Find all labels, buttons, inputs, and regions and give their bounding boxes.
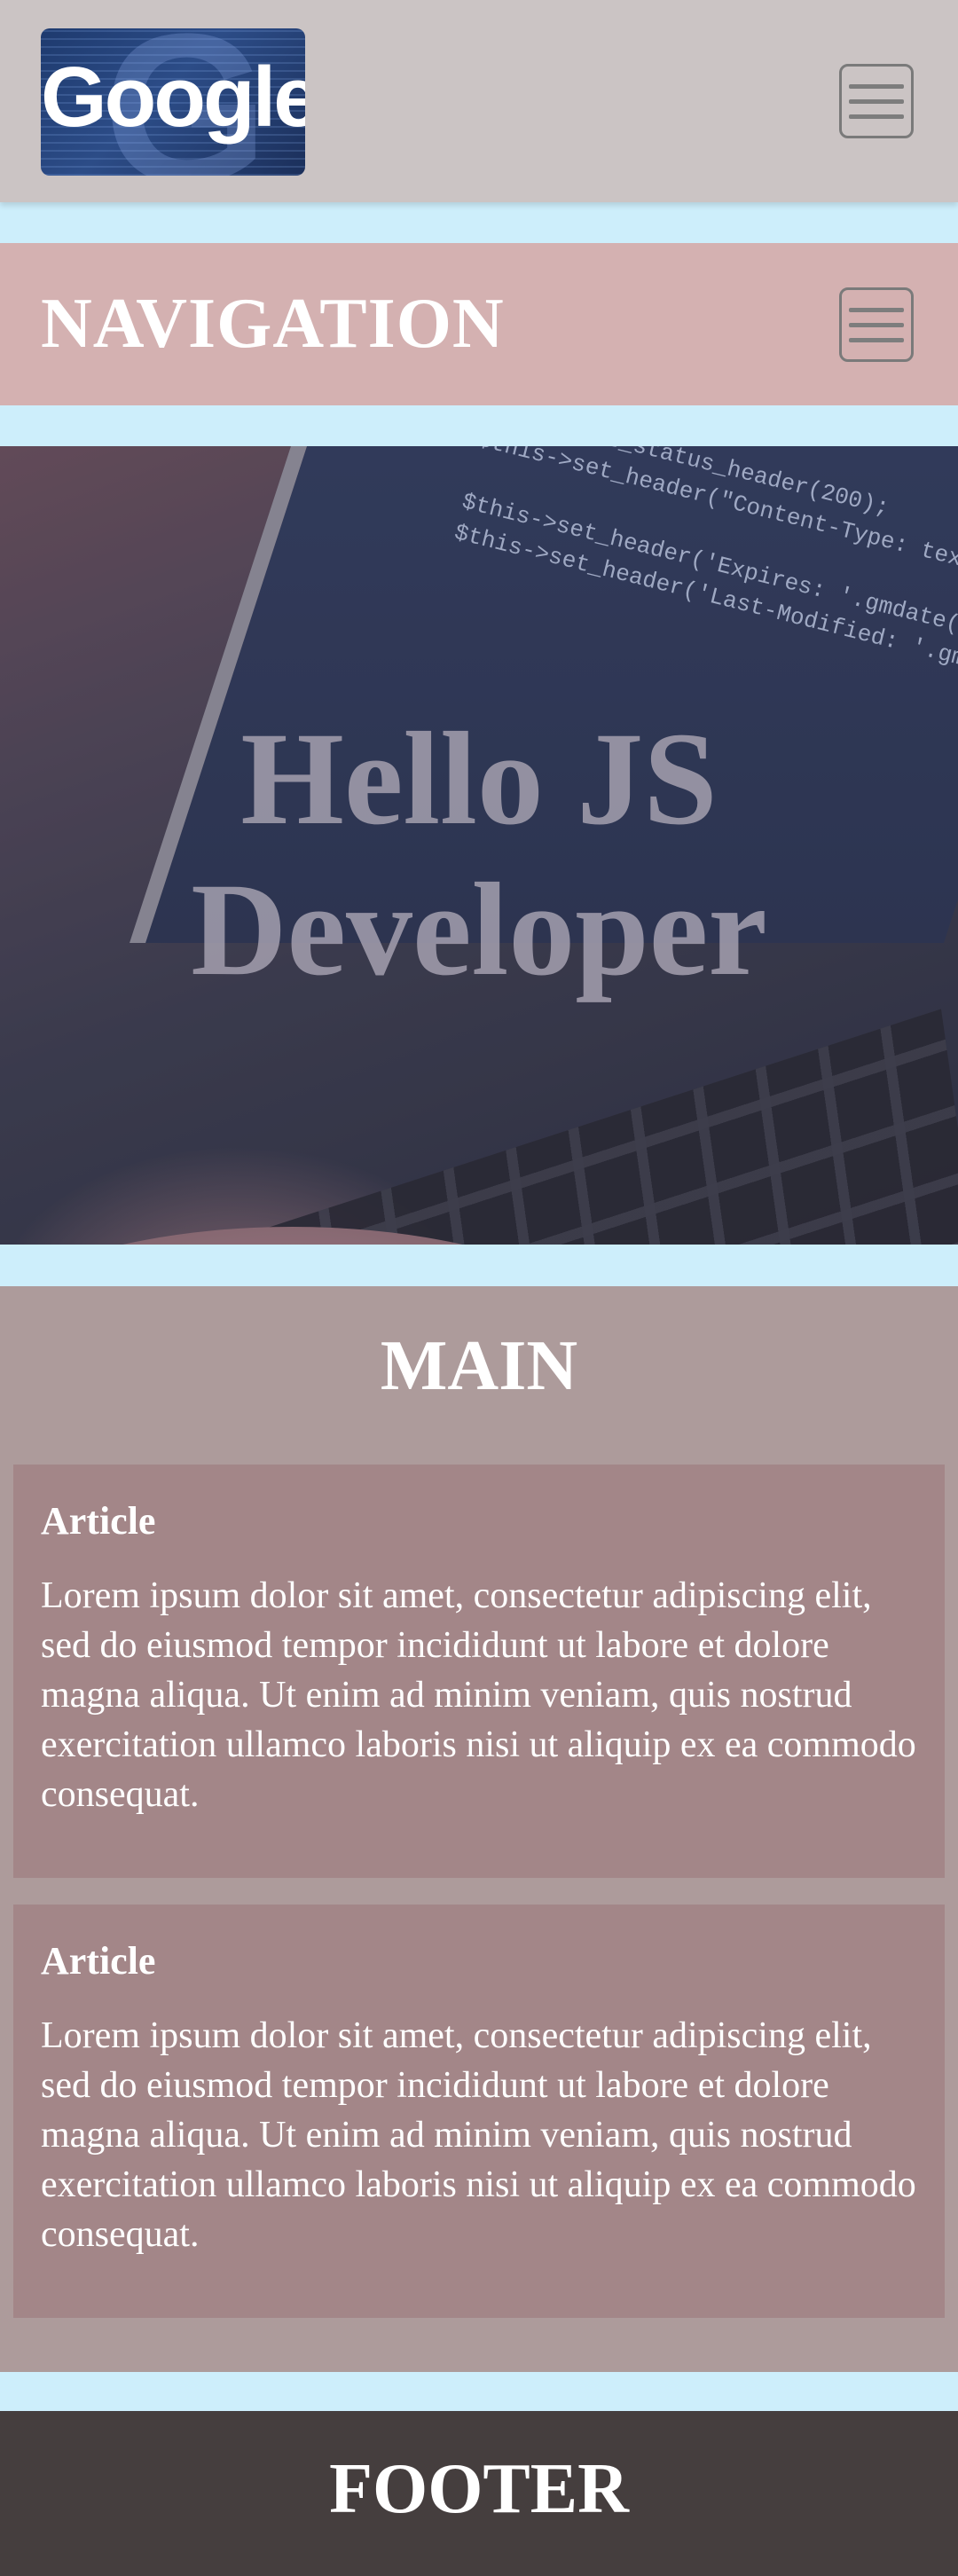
- navigation-bar: NAVIGATION: [0, 243, 958, 405]
- site-footer: FOOTER: [0, 2411, 958, 2576]
- navigation-title: NAVIGATION: [41, 285, 505, 363]
- hero-headline-line1: Hello JS: [240, 705, 718, 852]
- article-body: Lorem ipsum dolor sit amet, consectetur …: [41, 1575, 916, 1815]
- hamburger-menu-icon: [849, 98, 904, 104]
- main-title: MAIN: [380, 1327, 578, 1405]
- article-card: Article Lorem ipsum dolor sit amet, cons…: [13, 1905, 945, 2318]
- footer-title: FOOTER: [329, 2450, 629, 2528]
- hamburger-menu-icon: [849, 307, 904, 312]
- hero-headline-line2: Developer: [191, 856, 767, 1003]
- logo-text: Google: [41, 50, 305, 145]
- hamburger-menu-icon: [849, 83, 904, 89]
- main-section: MAIN Article Lorem ipsum dolor sit amet,…: [0, 1286, 958, 2372]
- article-heading: Article: [41, 1939, 156, 1983]
- site-header: G Google: [0, 0, 958, 202]
- article-card: Article Lorem ipsum dolor sit amet, cons…: [13, 1465, 945, 1878]
- google-logo[interactable]: G Google: [41, 28, 305, 176]
- hero-headline: Hello JS Developer: [0, 703, 958, 1005]
- hamburger-menu-icon: [849, 322, 904, 327]
- article-heading: Article: [41, 1499, 156, 1543]
- header-menu-button[interactable]: [839, 64, 914, 138]
- hamburger-menu-icon: [849, 114, 904, 119]
- hamburger-menu-icon: [849, 337, 904, 342]
- hero-banner: $this->set_status_header(200); $this->se…: [0, 446, 958, 1245]
- article-body: Lorem ipsum dolor sit amet, consectetur …: [41, 2015, 916, 2255]
- navigation-menu-button[interactable]: [839, 287, 914, 362]
